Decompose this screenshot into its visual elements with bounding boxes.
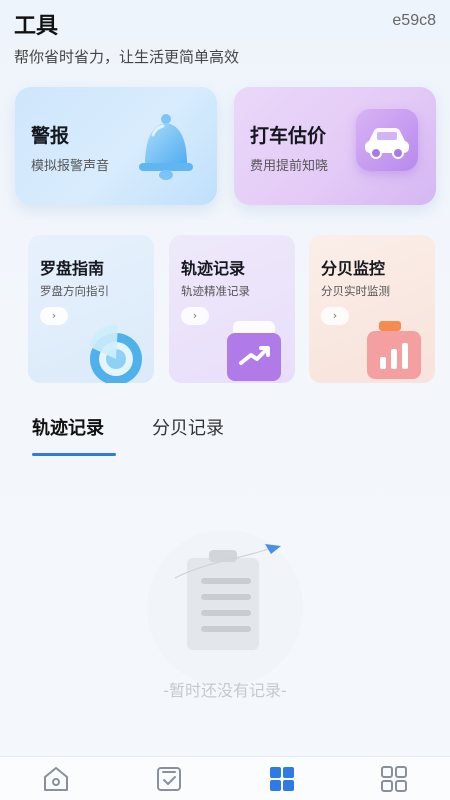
empty-state-text: -暂时还没有记录- — [163, 681, 287, 700]
track-card-title: 轨迹记录 — [181, 259, 246, 278]
tab-decibel-records[interactable]: 分贝记录 — [152, 414, 224, 440]
compass-icon — [90, 324, 142, 383]
header: 工具 帮你省时省力，让生活更简单高效 — [14, 8, 436, 68]
page-title: 工具 — [14, 14, 59, 39]
bell-icon — [139, 114, 193, 180]
track-card[interactable]: 轨迹记录 轨迹精准记录 › — [169, 235, 295, 383]
code-tag: e59c8 — [392, 12, 436, 29]
decibel-card[interactable]: 分贝监控 分贝实时监测 › — [309, 235, 435, 383]
bar-chart-icon — [367, 321, 421, 379]
taxi-card[interactable]: 打车估价 费用提前知晓 — [234, 87, 436, 205]
empty-clipboard-icon — [147, 530, 303, 686]
alarm-card-title: 警报 — [31, 125, 70, 147]
decibel-card-subtitle: 分贝实时监测 — [321, 284, 390, 298]
apps-icon[interactable] — [378, 763, 410, 795]
decibel-arrow-button[interactable]: › — [321, 307, 349, 325]
compass-card-subtitle: 罗盘方向指引 — [40, 284, 109, 298]
alarm-card[interactable]: 警报 模拟报警声音 — [15, 87, 217, 205]
compass-card-title: 罗盘指南 — [40, 259, 105, 278]
tools-grid-icon[interactable] — [266, 763, 298, 795]
home-icon[interactable] — [40, 763, 72, 795]
trend-clipboard-icon — [227, 321, 281, 381]
car-icon — [356, 109, 418, 171]
alarm-card-subtitle: 模拟报警声音 — [31, 159, 110, 174]
compass-card[interactable]: 罗盘指南 罗盘方向指引 › — [28, 235, 154, 383]
record-tabs: 轨迹记录 分贝记录 — [32, 414, 432, 458]
decibel-card-title: 分贝监控 — [321, 259, 386, 278]
bottom-nav — [0, 756, 450, 800]
tab-track-records[interactable]: 轨迹记录 — [32, 414, 104, 440]
taxi-card-subtitle: 费用提前知晓 — [250, 159, 329, 174]
page-subtitle: 帮你省时省力，让生活更简单高效 — [14, 48, 240, 66]
track-card-subtitle: 轨迹精准记录 — [181, 284, 250, 298]
checklist-icon[interactable] — [153, 763, 185, 795]
taxi-card-title: 打车估价 — [250, 125, 327, 147]
active-tab-indicator — [32, 453, 116, 456]
compass-arrow-button[interactable]: › — [40, 307, 68, 325]
track-arrow-button[interactable]: › — [181, 307, 209, 325]
